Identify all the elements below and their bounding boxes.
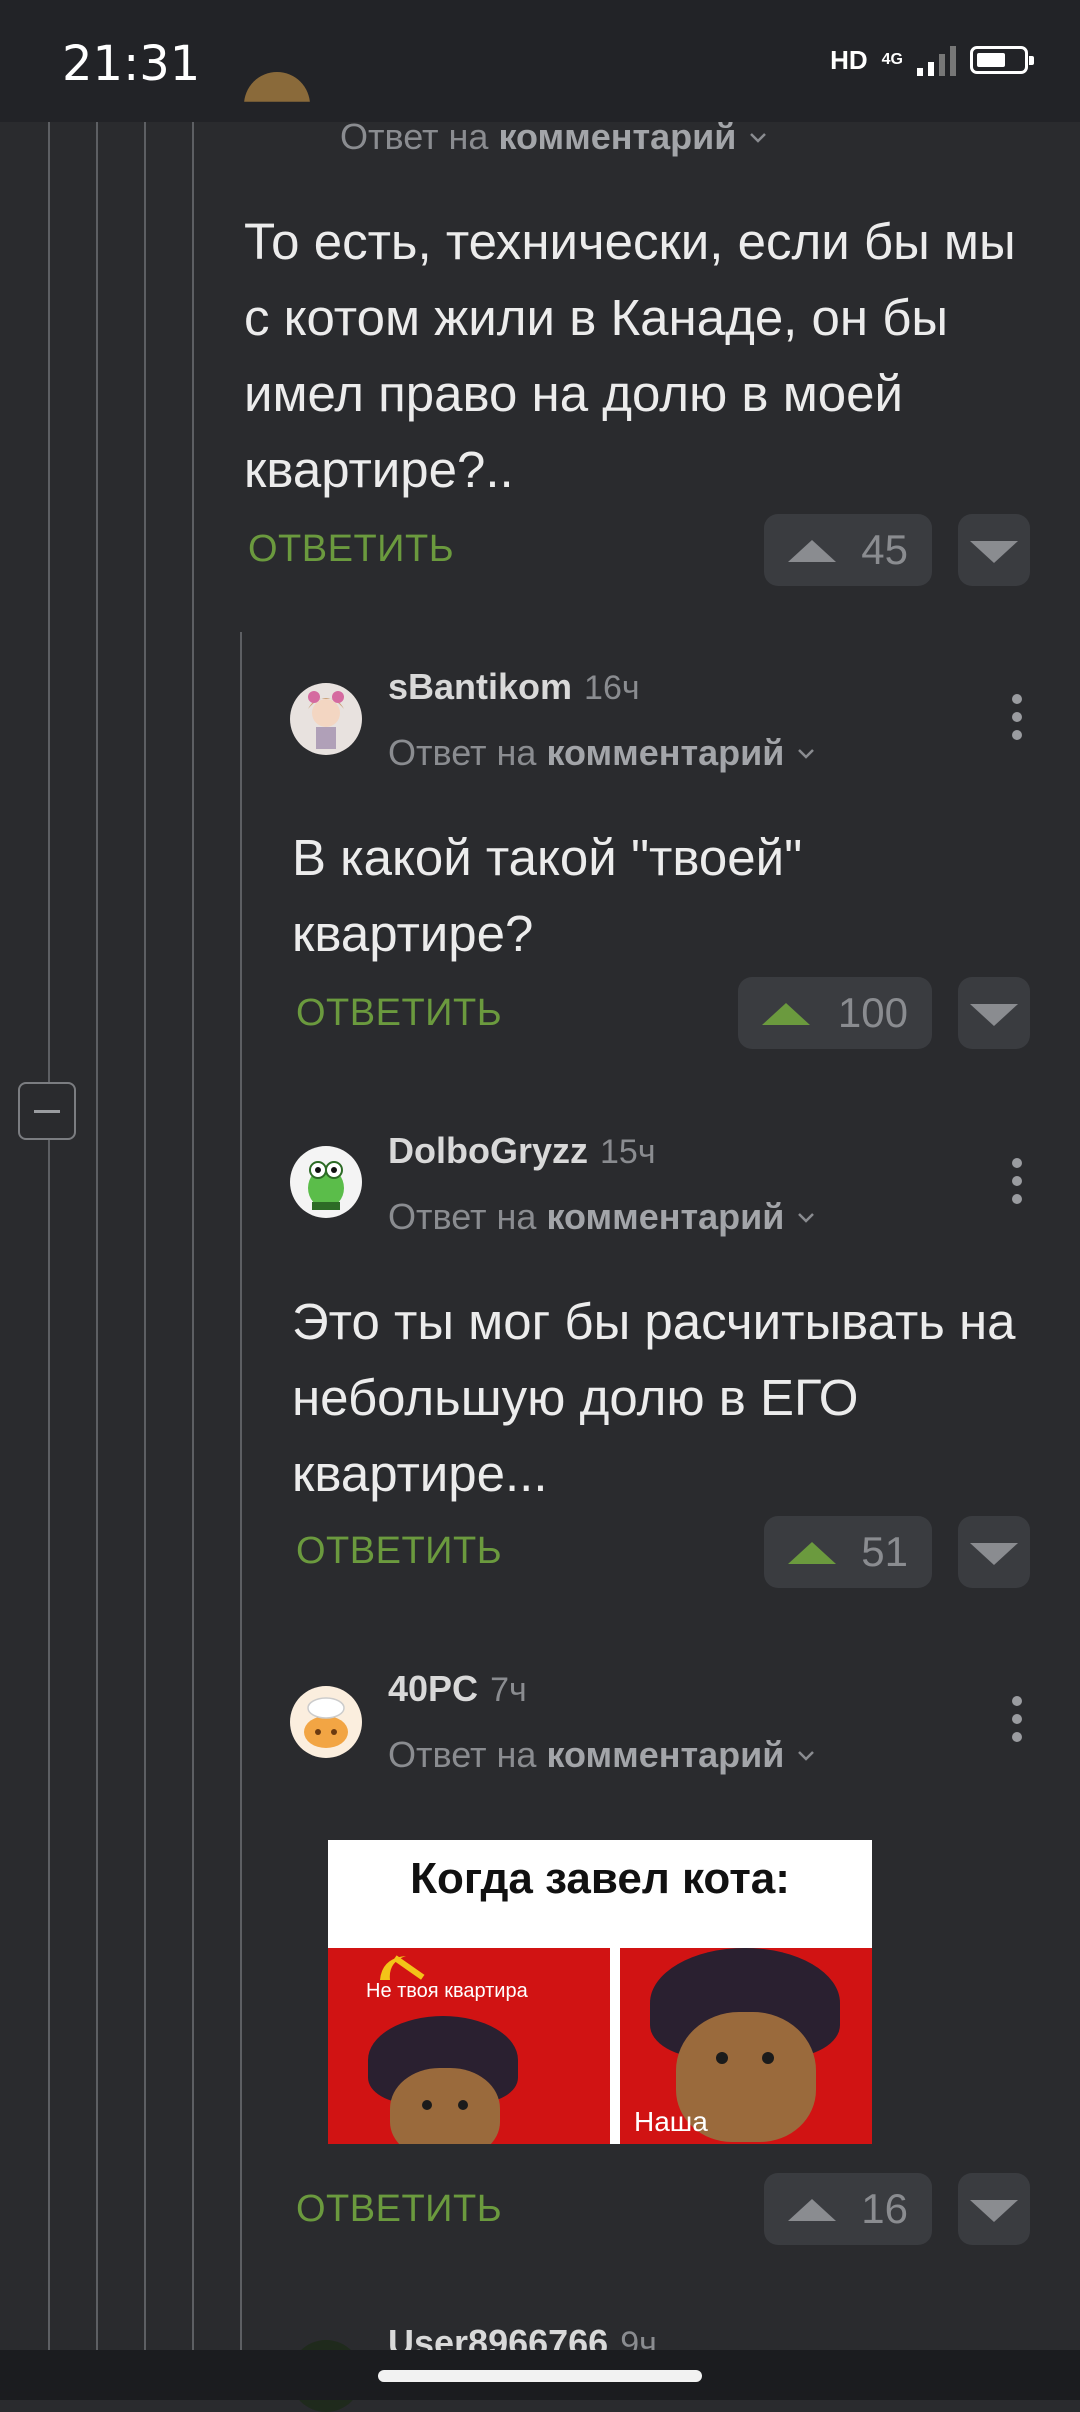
thread-line-5[interactable] [240, 632, 242, 2350]
chevron-down-icon [798, 1213, 815, 1223]
avatar[interactable] [290, 1686, 362, 1758]
comment-text: В какой такой "твоей" квартире? [292, 829, 803, 962]
minus-icon [34, 1110, 60, 1113]
meme-image[interactable]: Когда завел кота: Не твоя квартира Наша [328, 1840, 872, 2144]
vote-count: 100 [837, 989, 908, 1036]
status-bar: 21:31 HD 4G [0, 0, 1080, 122]
avatar[interactable] [290, 683, 362, 755]
upvote-button[interactable]: 51 [764, 1516, 932, 1588]
navigation-bar [0, 2350, 1080, 2400]
reply-to[interactable]: Ответ на комментарий [388, 732, 816, 774]
reply-target-link[interactable]: комментарий [546, 1196, 784, 1238]
reply-to[interactable]: Ответ на комментарий [340, 116, 768, 158]
vote-count: 45 [861, 526, 908, 573]
username[interactable]: 40PC 7ч [388, 1668, 527, 1710]
vote-count: 16 [861, 2185, 908, 2232]
thread-line-2[interactable] [96, 122, 98, 2350]
downvote-button[interactable] [958, 977, 1030, 1049]
signal-icon [917, 44, 956, 76]
reply-target-link[interactable]: комментарий [498, 116, 736, 158]
username[interactable]: DolboGryzz 15ч [388, 1130, 656, 1172]
thread-line-3[interactable] [144, 122, 146, 2350]
meme-title: Когда завел кота: [410, 1854, 790, 1903]
reply-to[interactable]: Ответ на комментарий [388, 1734, 816, 1776]
status-icons: HD 4G [830, 44, 1034, 76]
comment-time: 7ч [490, 1671, 527, 1709]
reply-button[interactable]: ОТВЕТИТЬ [248, 528, 454, 571]
downvote-icon [970, 1004, 1018, 1026]
more-options-icon[interactable] [1012, 1158, 1024, 1212]
status-time: 21:31 [62, 36, 201, 92]
upvote-icon [788, 2199, 836, 2221]
downvote-icon [970, 541, 1018, 563]
vote-count: 51 [861, 1528, 908, 1575]
chevron-down-icon [798, 749, 815, 759]
more-options-icon[interactable] [1012, 1696, 1024, 1750]
meme-left-caption: Не твоя квартира [366, 1980, 528, 2002]
meme-panel-left: Не твоя квартира [328, 1948, 610, 2144]
network-type: 4G [881, 51, 903, 68]
upvote-icon [762, 1003, 810, 1025]
collapse-thread-button[interactable] [18, 1082, 76, 1140]
avatar[interactable] [290, 1146, 362, 1218]
comment-text: Это ты мог бы расчитывать на небольшую д… [292, 1293, 1016, 1502]
username[interactable]: sBantikom 16ч [388, 666, 640, 708]
upvote-button[interactable]: 45 [764, 514, 932, 586]
downvote-button[interactable] [958, 1516, 1030, 1588]
downvote-icon [970, 2200, 1018, 2222]
reply-target-link[interactable]: комментарий [546, 1734, 784, 1776]
battery-icon [970, 46, 1034, 74]
downvote-icon [970, 1543, 1018, 1565]
comment-text: То есть, технически, если бы мы с котом … [244, 213, 1016, 498]
downvote-button[interactable] [958, 514, 1030, 586]
reply-button[interactable]: ОТВЕТИТЬ [296, 1530, 502, 1573]
reply-target-link[interactable]: комментарий [546, 732, 784, 774]
reply-button[interactable]: ОТВЕТИТЬ [296, 992, 502, 1035]
reply-button[interactable]: ОТВЕТИТЬ [296, 2188, 502, 2231]
meme-right-caption: Наша [634, 2106, 708, 2137]
meme-panel-right: Наша [620, 1948, 872, 2144]
more-options-icon[interactable] [1012, 694, 1024, 748]
chevron-down-icon [798, 1751, 815, 1761]
downvote-button[interactable] [958, 2173, 1030, 2245]
thread-line-1[interactable] [48, 122, 50, 2350]
upvote-icon [788, 540, 836, 562]
reply-to[interactable]: Ответ на комментарий [388, 1196, 816, 1238]
comment-time: 16ч [584, 669, 640, 707]
comment-time: 15ч [600, 1133, 656, 1171]
upvote-button[interactable]: 100 [738, 977, 932, 1049]
upvote-button[interactable]: 16 [764, 2173, 932, 2245]
home-indicator[interactable] [378, 2370, 702, 2382]
thread-line-4[interactable] [192, 122, 194, 2350]
chevron-down-icon [750, 133, 767, 143]
upvote-icon [788, 1542, 836, 1564]
hd-indicator: HD [830, 44, 868, 75]
